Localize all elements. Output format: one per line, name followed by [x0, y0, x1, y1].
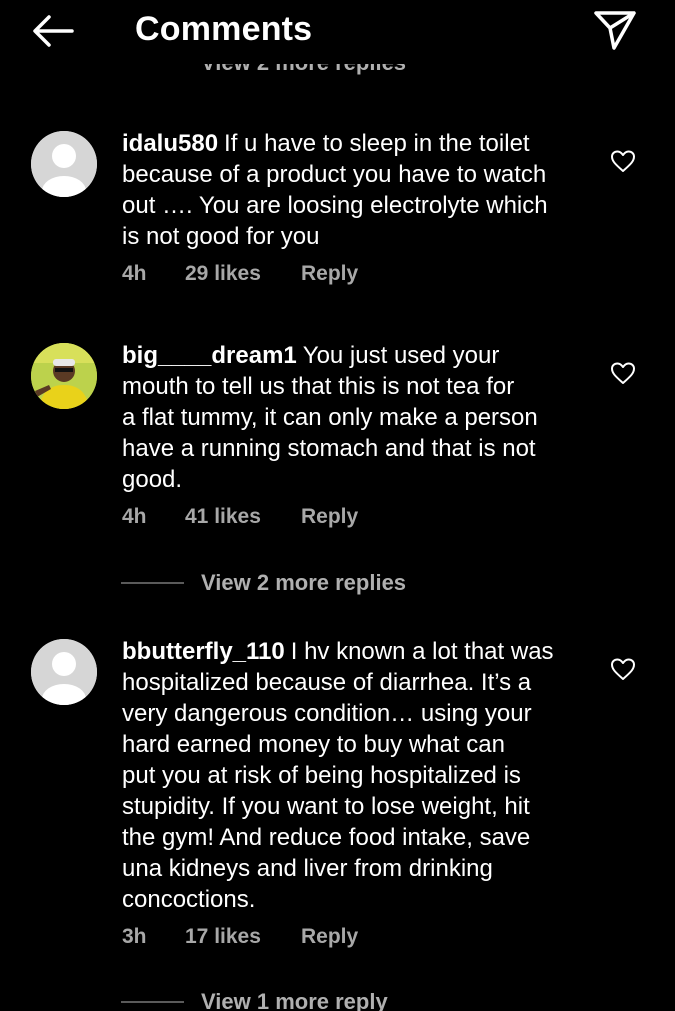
comments-screen: Comments View 2 more replies idalu580If … — [0, 0, 675, 1011]
view-replies-label: View 2 more replies — [201, 63, 406, 76]
replies-divider — [121, 582, 184, 584]
heart-icon[interactable] — [609, 655, 637, 683]
user-photo-avatar — [31, 343, 97, 409]
comment-time: 4h — [122, 505, 147, 528]
reply-button[interactable]: Reply — [301, 262, 358, 286]
comment-username[interactable]: idalu580 — [122, 130, 218, 157]
default-avatar-icon — [31, 131, 97, 197]
comment-username[interactable]: bbutterfly_110 — [122, 638, 285, 665]
comment-body: bbutterfly_110 I hv known a lot that was … — [122, 636, 592, 915]
view-replies-link-clipped[interactable]: View 2 more replies — [201, 63, 406, 85]
share-button[interactable] — [592, 6, 638, 52]
replies-divider — [121, 1001, 184, 1003]
comment-likes[interactable]: 29 likes — [185, 262, 261, 286]
back-button[interactable] — [30, 8, 76, 54]
comment-likes[interactable]: 41 likes — [185, 505, 261, 529]
comment-body: idalu580 If u have to sleep in the toilet… — [122, 128, 592, 252]
header: Comments — [0, 0, 675, 64]
reply-button[interactable]: Reply — [301, 505, 358, 529]
comment-time: 4h — [122, 262, 147, 285]
avatar[interactable] — [31, 639, 97, 705]
arrow-left-icon — [33, 15, 74, 47]
heart-icon[interactable] — [609, 359, 637, 387]
avatar[interactable] — [31, 131, 97, 197]
comment-text: I hv known a lot that was hospitalized b… — [122, 638, 554, 913]
comment-body: big____dream1 You just used your mouth to… — [122, 340, 592, 495]
comment-time: 3h — [122, 925, 147, 948]
view-replies-label[interactable]: View 1 more reply — [201, 987, 388, 1011]
paper-plane-icon — [594, 11, 636, 50]
view-replies-label[interactable]: View 2 more replies — [201, 568, 406, 598]
page-title: Comments — [135, 10, 313, 48]
reply-button[interactable]: Reply — [301, 925, 358, 949]
comment-username[interactable]: big____dream1 — [122, 342, 297, 369]
default-avatar-icon — [31, 639, 97, 705]
avatar[interactable] — [31, 343, 97, 409]
comment-likes[interactable]: 17 likes — [185, 925, 261, 949]
heart-icon[interactable] — [609, 147, 637, 175]
